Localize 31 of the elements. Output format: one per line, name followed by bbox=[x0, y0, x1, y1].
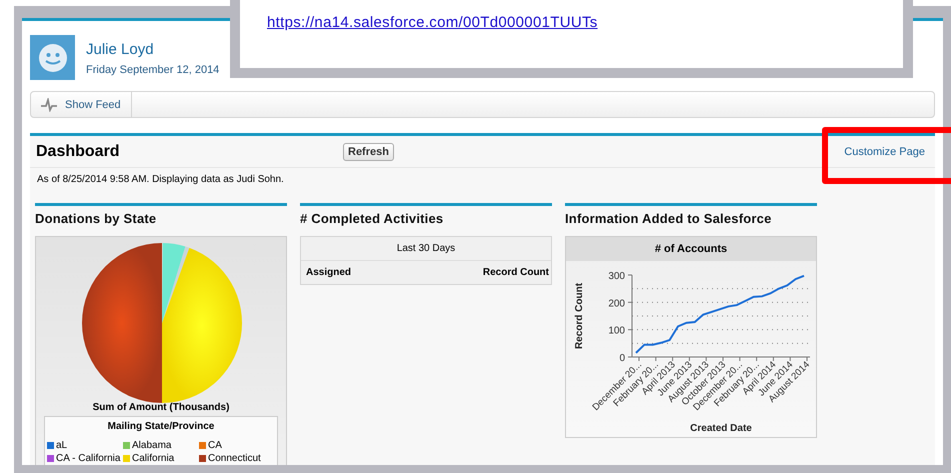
avatar-icon bbox=[30, 35, 75, 80]
legend-label: CA bbox=[208, 440, 222, 451]
axis-tick-label: 0 bbox=[619, 353, 625, 364]
component-title: Information Added to Salesforce bbox=[565, 210, 773, 228]
column-header: Assigned bbox=[306, 267, 352, 278]
column-header: Record Count bbox=[482, 267, 549, 278]
pulse-icon bbox=[41, 98, 57, 112]
legend-label: Alabama bbox=[132, 440, 172, 451]
user-name[interactable]: Julie Loyd bbox=[86, 41, 220, 58]
legend-label: aL bbox=[56, 440, 68, 451]
axis-tick-label: 300 bbox=[608, 271, 625, 282]
dashboard-title: Dashboard bbox=[36, 142, 121, 160]
table-group-header: Last 30 Days bbox=[301, 237, 551, 261]
legend-label: CA - California bbox=[56, 453, 120, 464]
legend-label: California bbox=[132, 453, 174, 464]
axis-tick-label: 200 bbox=[608, 298, 625, 310]
chart-caption: Sum of Amount (Thousands) bbox=[92, 402, 230, 413]
axis-title: Created Date bbox=[690, 423, 752, 434]
axis-tick-label: 100 bbox=[608, 326, 625, 337]
component-title: Donations by State bbox=[35, 210, 158, 228]
as-of-text: As of 8/25/2014 9:58 AM. Displaying data as Judi Sohn. bbox=[36, 173, 285, 187]
legend-label: Connecticut bbox=[208, 453, 261, 464]
axis-title: Record Count bbox=[574, 282, 585, 350]
component-title: # Completed Activities bbox=[300, 210, 444, 228]
legend-title: Mailing State/Province bbox=[106, 421, 216, 432]
refresh-button[interactable]: Refresh bbox=[343, 142, 394, 160]
show-feed-button[interactable]: Show Feed bbox=[31, 92, 132, 117]
customize-page-link[interactable]: Customize Page bbox=[844, 146, 925, 158]
chart-title: # of Accounts bbox=[566, 237, 816, 261]
profile-date: Friday September 12, 2014 bbox=[86, 64, 220, 76]
url-link[interactable]: https://na14.salesforce.com/00Td000001TUUTs bbox=[267, 14, 598, 31]
